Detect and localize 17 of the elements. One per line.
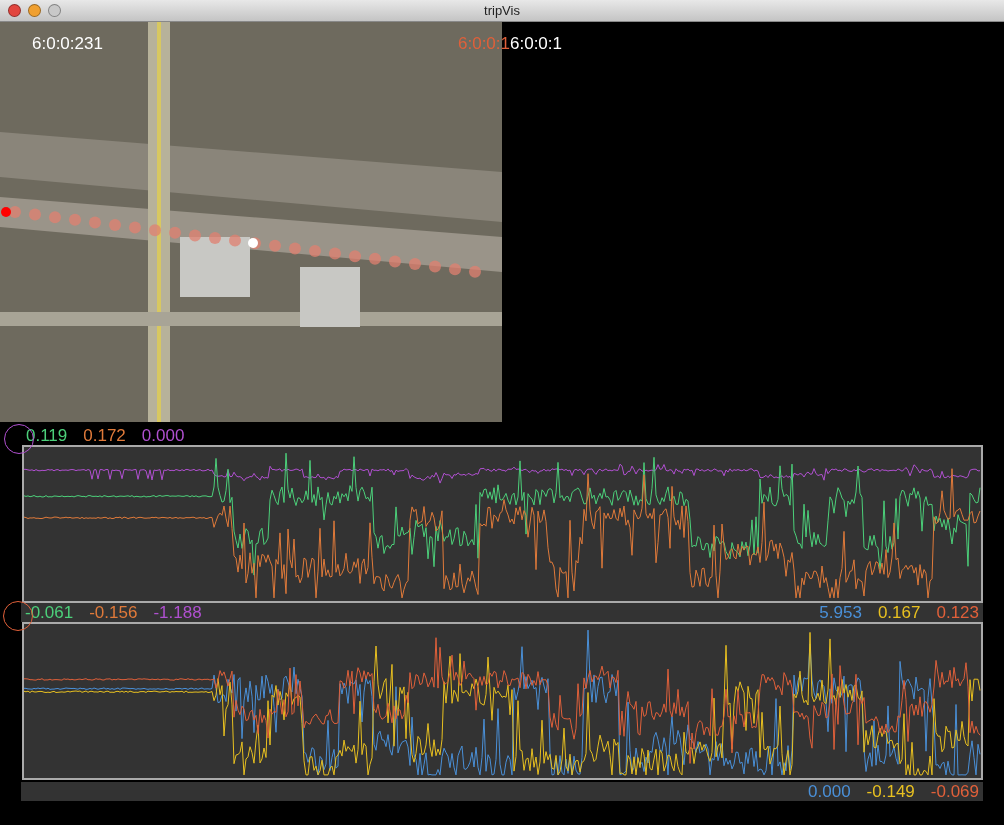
readout-value: 0.119 [26,425,68,446]
readout-value: -0.156 [89,602,138,623]
time-label: 6:0:0:1 [510,34,562,54]
readout-value: -0.069 [930,781,979,802]
time-label: 6:0:0:231 [32,34,103,54]
readout-value: 0.123 [936,602,979,623]
readout-value: -0.149 [866,781,915,802]
close-button[interactable] [8,4,21,17]
readout-value: 0.000 [141,425,185,446]
readout-value: 0.167 [877,602,921,623]
readout-value: 5.953 [819,602,862,623]
zoom-button[interactable] [48,4,61,17]
readout-value: 0.172 [83,425,126,446]
readout-value: -1.188 [153,602,202,623]
window-title: tripVis [484,3,520,18]
readout-value: 0.000 [808,781,851,802]
minimize-button[interactable] [28,4,41,17]
